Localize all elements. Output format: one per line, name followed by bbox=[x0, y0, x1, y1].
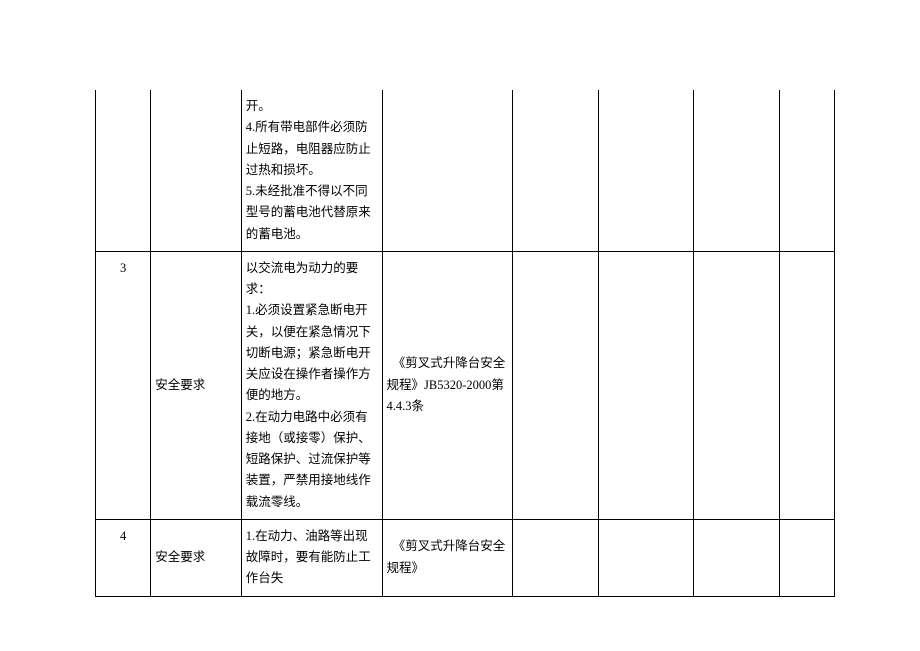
cell-content: 1.在动力、油路等出现故障时，要有能防止工作台失 bbox=[241, 519, 382, 596]
cell-number: 3 bbox=[96, 251, 151, 519]
cell-blank bbox=[779, 519, 834, 596]
cell-blank bbox=[694, 251, 779, 519]
cell-content: 开。4.所有带电部件必须防止短路，电阻器应防止过热和损坏。5.未经批准不得以不同… bbox=[241, 90, 382, 251]
cell-reference bbox=[382, 90, 513, 251]
cell-blank bbox=[598, 519, 694, 596]
cell-category bbox=[151, 90, 241, 251]
cell-content: 以交流电为动力的要求：1.必须设置紧急断电开关，以便在紧急情况下切断电源；紧急断… bbox=[241, 251, 382, 519]
cell-blank bbox=[513, 519, 598, 596]
cell-blank bbox=[779, 251, 834, 519]
cell-reference: 《剪叉式升降台安全规程》 bbox=[382, 519, 513, 596]
cell-blank bbox=[513, 90, 598, 251]
table-row: 4 安全要求 1.在动力、油路等出现故障时，要有能防止工作台失 《剪叉式升降台安… bbox=[96, 519, 835, 596]
cell-blank bbox=[779, 90, 834, 251]
cell-blank bbox=[598, 251, 694, 519]
cell-blank bbox=[598, 90, 694, 251]
cell-blank bbox=[694, 90, 779, 251]
safety-requirements-table: 开。4.所有带电部件必须防止短路，电阻器应防止过热和损坏。5.未经批准不得以不同… bbox=[95, 90, 835, 597]
cell-category: 安全要求 bbox=[151, 519, 241, 596]
cell-reference: 《剪叉式升降台安全规程》JB5320-2000第4.4.3条 bbox=[382, 251, 513, 519]
table-row: 3 安全要求 以交流电为动力的要求：1.必须设置紧急断电开关，以便在紧急情况下切… bbox=[96, 251, 835, 519]
cell-blank bbox=[513, 251, 598, 519]
cell-category: 安全要求 bbox=[151, 251, 241, 519]
cell-number bbox=[96, 90, 151, 251]
document-page: 开。4.所有带电部件必须防止短路，电阻器应防止过热和损坏。5.未经批准不得以不同… bbox=[0, 0, 920, 651]
table-row: 开。4.所有带电部件必须防止短路，电阻器应防止过热和损坏。5.未经批准不得以不同… bbox=[96, 90, 835, 251]
cell-number: 4 bbox=[96, 519, 151, 596]
cell-blank bbox=[694, 519, 779, 596]
